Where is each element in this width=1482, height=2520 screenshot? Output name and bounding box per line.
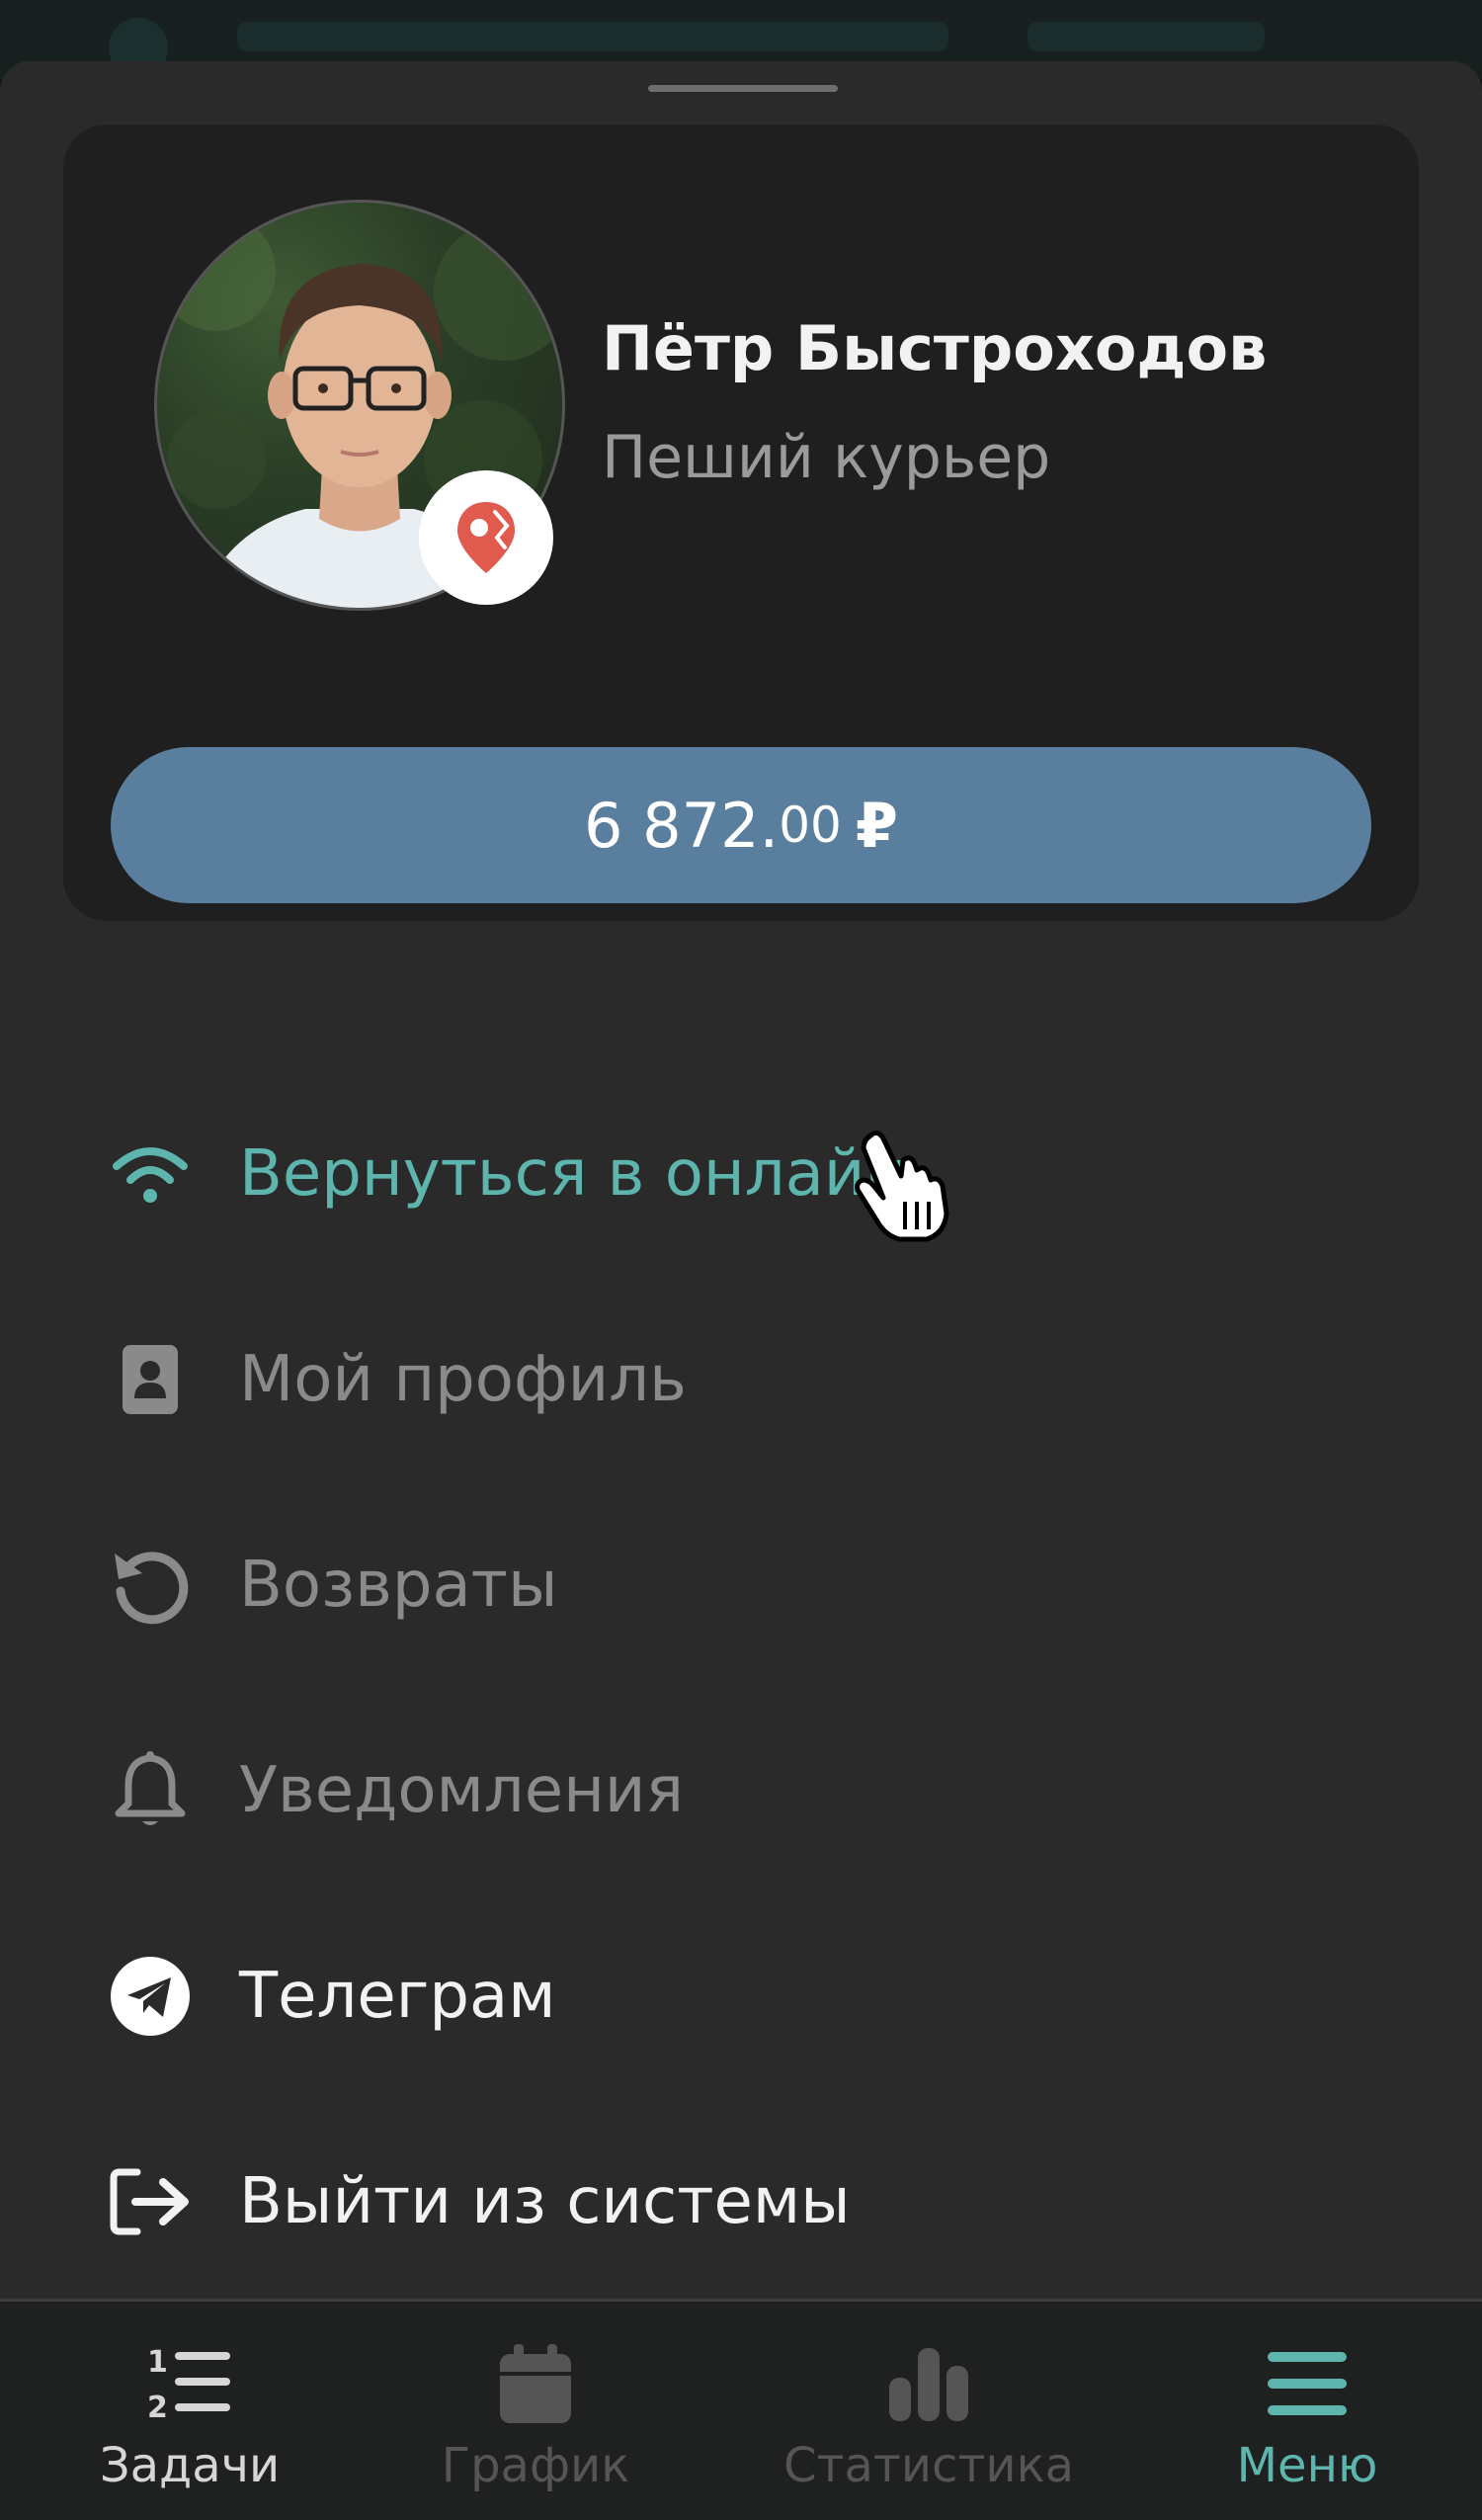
svg-text:1: 1 bbox=[147, 2345, 168, 2380]
numbered-list-icon: 1 2 bbox=[142, 2339, 237, 2428]
balance-button[interactable]: 6 872. 00 ₽ bbox=[111, 747, 1371, 903]
undo-arrow-icon bbox=[107, 1542, 194, 1629]
tab-tasks[interactable]: 1 2 Задачи bbox=[91, 2302, 288, 2520]
menu-bottom-sheet: Пётр Быстроходов Пеший курьер 6 872. 00 ₽ … bbox=[0, 61, 1482, 2520]
bottom-tab-bar: 1 2 Задачи График Статистика Меню bbox=[0, 2299, 1482, 2520]
balance-amount: 6 872. bbox=[584, 789, 780, 862]
tab-statistics[interactable]: Статистика bbox=[781, 2302, 1077, 2520]
hamburger-menu-icon bbox=[1260, 2339, 1355, 2428]
tab-label: Задачи bbox=[99, 2438, 281, 2493]
calendar-icon bbox=[488, 2339, 583, 2428]
menu-item-label: Телеграм bbox=[239, 1960, 556, 2033]
menu-item-label: Вернуться в онлайн bbox=[239, 1137, 907, 1211]
sheet-grabber-handle[interactable] bbox=[648, 85, 838, 92]
map-pin-icon bbox=[457, 502, 515, 573]
menu-item-my-profile[interactable]: Мой профиль bbox=[107, 1310, 1391, 1449]
user-role: Пеший курьер bbox=[602, 423, 1051, 492]
bar-chart-icon bbox=[881, 2339, 976, 2428]
tab-label: График bbox=[441, 2438, 630, 2493]
telegram-icon bbox=[107, 1953, 194, 2040]
tab-label: Статистика bbox=[783, 2438, 1074, 2493]
tab-menu[interactable]: Меню bbox=[1215, 2302, 1399, 2520]
balance-cents: 00 bbox=[779, 797, 842, 854]
menu-item-notifications[interactable]: Уведомления bbox=[107, 1722, 1391, 1860]
menu-item-label: Уведомления bbox=[239, 1754, 684, 1827]
tab-schedule[interactable]: График bbox=[437, 2302, 634, 2520]
bell-icon bbox=[107, 1747, 194, 1834]
menu-item-label: Мой профиль bbox=[239, 1343, 687, 1416]
contact-card-icon bbox=[107, 1336, 194, 1423]
menu-item-label: Возвраты bbox=[239, 1549, 558, 1622]
currency-symbol: ₽ bbox=[855, 789, 898, 862]
hand-cursor-icon bbox=[850, 1127, 958, 1245]
menu-item-label: Выйти из системы bbox=[239, 2165, 851, 2238]
logout-icon bbox=[107, 2158, 194, 2245]
menu-item-logout[interactable]: Выйти из системы bbox=[107, 2133, 1391, 2271]
courier-badge bbox=[419, 470, 553, 605]
menu-item-returns[interactable]: Возвраты bbox=[107, 1516, 1391, 1654]
svg-text:2: 2 bbox=[147, 2391, 168, 2423]
tab-label: Меню bbox=[1236, 2438, 1378, 2493]
wifi-icon bbox=[107, 1131, 194, 1218]
profile-card: Пётр Быстроходов Пеший курьер 6 872. 00 ₽ bbox=[63, 125, 1419, 921]
screen: Пётр Быстроходов Пеший курьер 6 872. 00 ₽ … bbox=[0, 0, 1482, 2520]
user-name: Пётр Быстроходов bbox=[602, 312, 1268, 384]
menu-item-go-online[interactable]: Вернуться в онлайн bbox=[107, 1105, 1391, 1243]
menu-item-telegram[interactable]: Телеграм bbox=[107, 1927, 1391, 2065]
